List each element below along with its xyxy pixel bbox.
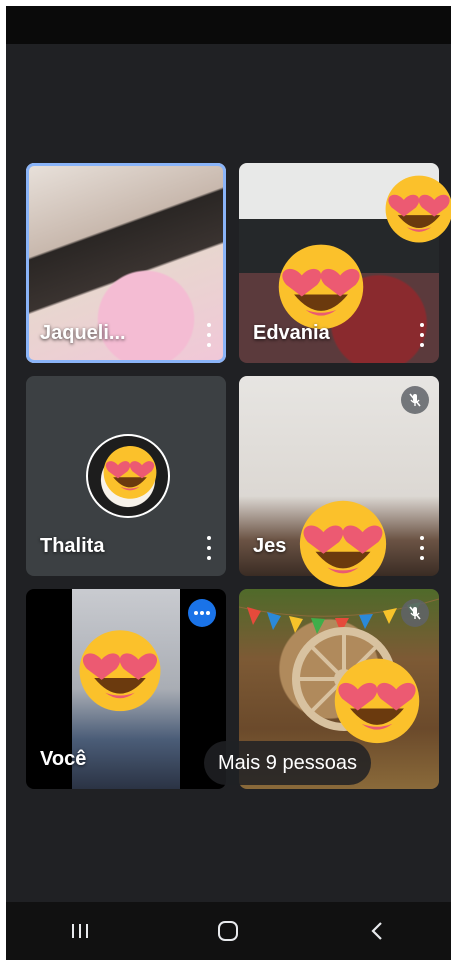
navigation-bar — [6, 902, 451, 960]
participant-name: Você — [40, 748, 87, 770]
back-icon[interactable] — [347, 911, 407, 951]
more-vert-icon[interactable] — [202, 323, 216, 347]
heart-eyes-emoji-icon — [273, 235, 369, 331]
mic-off-icon — [401, 386, 429, 414]
mic-off-icon — [401, 599, 429, 627]
participant-name: Jes — [253, 535, 287, 557]
participant-tile-voce[interactable]: Você — [26, 589, 226, 789]
recents-icon[interactable] — [50, 911, 110, 951]
more-people-button[interactable]: Mais 9 pessoas — [204, 741, 371, 785]
status-bar — [6, 6, 451, 44]
participant-name: Jaqueli... — [40, 322, 126, 344]
heart-eyes-emoji-icon — [74, 621, 166, 713]
heart-eyes-emoji-icon — [329, 649, 425, 745]
heart-eyes-emoji-icon — [294, 491, 392, 589]
participant-name: Edvania — [253, 322, 330, 344]
more-vert-icon[interactable] — [415, 323, 429, 347]
home-icon[interactable] — [198, 911, 258, 951]
participant-tile-jaqueli[interactable]: Jaqueli... — [26, 163, 226, 363]
participant-tile-thalita[interactable]: Thalita — [26, 376, 226, 576]
phone-screen: Jaqueli... Edvania Thalita Jes Você Mais… — [6, 6, 451, 960]
participant-name: Thalita — [40, 535, 105, 557]
heart-eyes-emoji-icon — [381, 168, 451, 244]
speaking-indicator-icon — [188, 599, 216, 627]
heart-eyes-emoji-icon — [100, 440, 160, 500]
more-vert-icon[interactable] — [202, 536, 216, 560]
more-vert-icon[interactable] — [415, 536, 429, 560]
